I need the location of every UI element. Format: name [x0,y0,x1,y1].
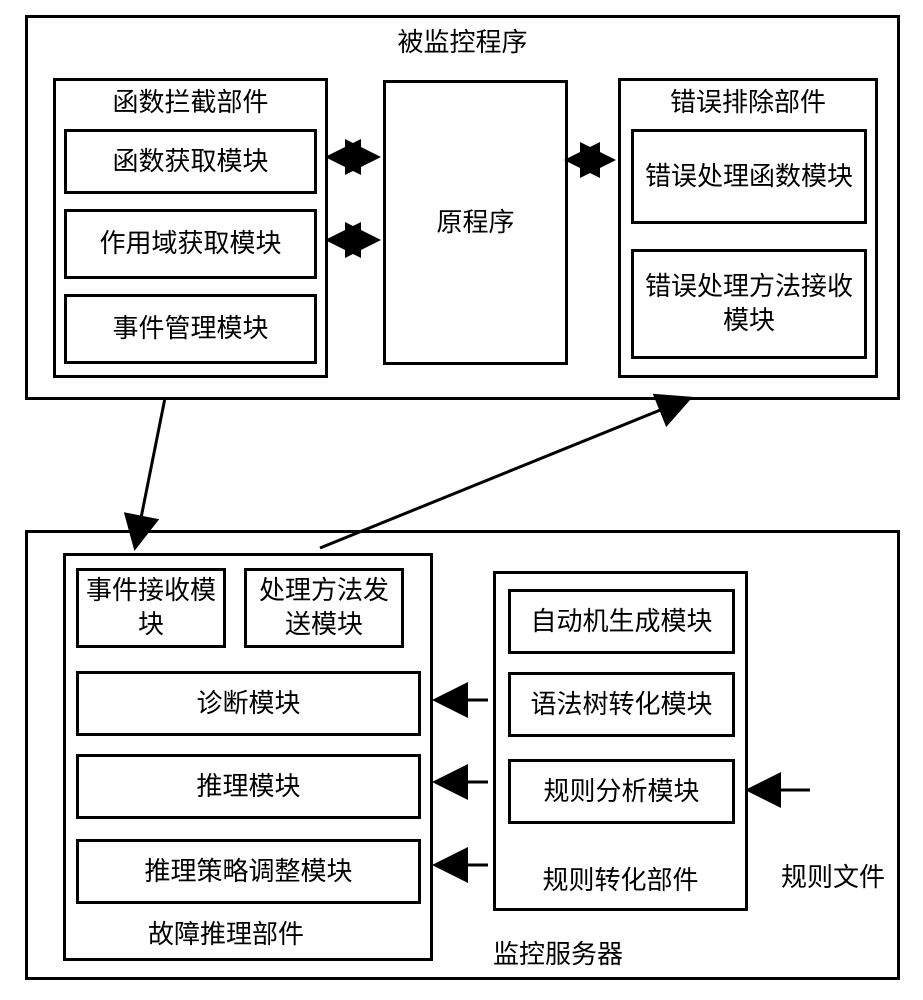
scope-acquire-module: 作用域获取模块 [64,209,317,279]
reasoning-module: 推理模块 [76,754,421,819]
syntax-tree-transform-module: 语法树转化模块 [508,672,735,737]
reasoning-strategy-adjust-module: 推理策略调整模块 [76,839,421,904]
monitor-server-container: 监控服务器 事件接收模块 处理方法发送模块 诊断模块 推理模块 推理策略调整模块… [25,530,900,980]
original-program: 原程序 [383,80,568,365]
function-acquire-module: 函数获取模块 [64,129,317,194]
fault-reasoning-title: 故障推理部件 [126,918,326,952]
diagram-canvas: 被监控程序 函数拦截部件 函数获取模块 作用域获取模块 事件管理模块 原程序 错… [0,0,923,1000]
monitored-program-container: 被监控程序 函数拦截部件 函数获取模块 作用域获取模块 事件管理模块 原程序 错… [25,15,900,400]
monitored-program-title: 被监控程序 [28,26,897,60]
event-receive-module: 事件接收模块 [76,568,226,648]
event-manage-module: 事件管理模块 [64,294,317,364]
automaton-gen-module: 自动机生成模块 [508,589,735,654]
function-intercept-title: 函数拦截部件 [56,87,325,119]
rule-transform-title: 规则转化部件 [496,864,745,898]
fault-reasoning-component: 事件接收模块 处理方法发送模块 诊断模块 推理模块 推理策略调整模块 故障推理部… [63,553,433,961]
monitor-server-title: 监控服务器 [458,938,658,972]
function-intercept-component: 函数拦截部件 函数获取模块 作用域获取模块 事件管理模块 [53,78,328,378]
rule-file-label: 规则文件 [773,861,893,895]
rule-analysis-module: 规则分析模块 [508,759,735,824]
rule-transform-component: 自动机生成模块 语法树转化模块 规则分析模块 规则转化部件 [493,571,748,911]
error-handle-func-module: 错误处理函数模块 [631,129,867,224]
method-send-module: 处理方法发送模块 [244,568,404,648]
diagnose-module: 诊断模块 [76,671,421,736]
error-elimination-title: 错误排除部件 [621,87,875,119]
error-elimination-component: 错误排除部件 错误处理函数模块 错误处理方法接收模块 [618,78,878,378]
error-method-receive-module: 错误处理方法接收模块 [631,249,867,359]
